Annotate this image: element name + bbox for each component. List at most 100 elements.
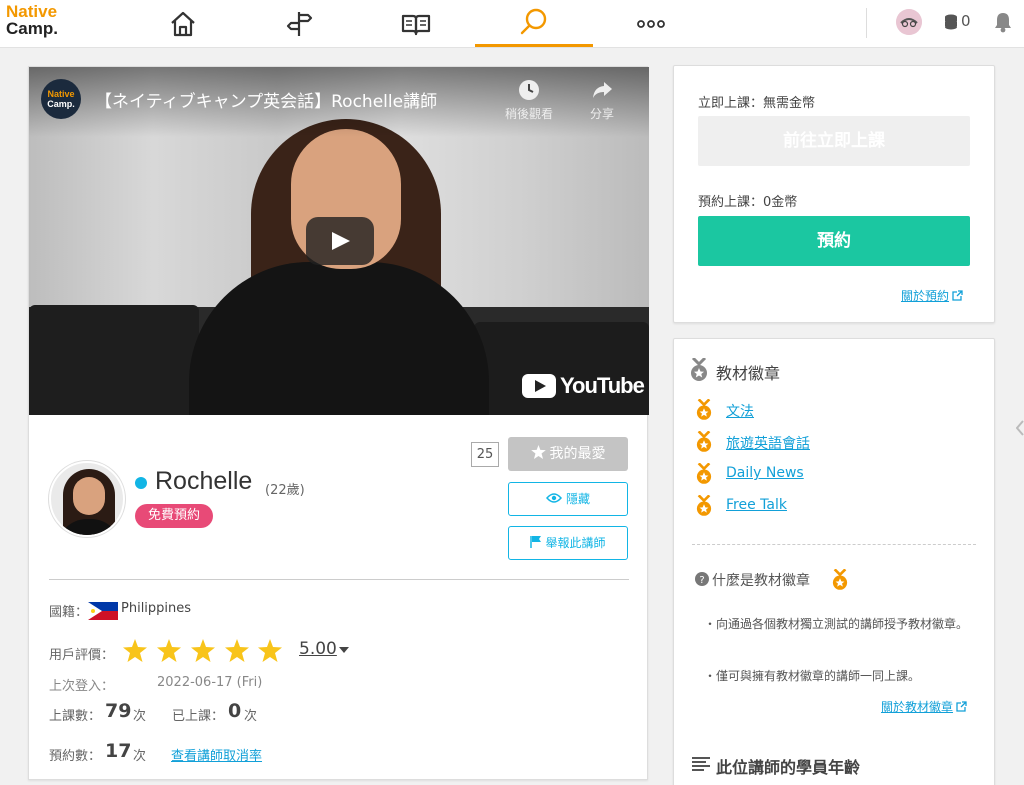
nav-tab-signpost[interactable] <box>240 0 358 47</box>
material-badge-title: 教材徽章 <box>716 364 781 383</box>
nav-tab-book[interactable] <box>357 0 475 47</box>
reserve-button[interactable]: 預約 <box>698 216 970 266</box>
about-booking-link[interactable]: 關於預約 <box>901 287 963 304</box>
user-avatar[interactable] <box>896 9 922 35</box>
nav-divider <box>866 8 867 38</box>
taken-label: 已上課： <box>172 709 225 724</box>
rating-label: 用戶評價： <box>49 648 115 663</box>
badge-note-2: ・僅可與擁有教材徽章的講師一同上課。 <box>704 669 921 683</box>
student-age-title: 此位講師的學員年齡 <box>716 758 861 777</box>
nationality-value: Philippines <box>121 601 192 616</box>
video-title[interactable]: 【ネイティブキャンプ英会話】Rochelle講師 <box>95 87 437 112</box>
rating-star-icon <box>258 639 282 662</box>
coin-stack-icon <box>945 14 957 30</box>
coin-count: 0 <box>961 12 971 30</box>
rating-star-icon <box>157 639 181 662</box>
nav-tab-home[interactable] <box>124 0 242 47</box>
star-icon <box>530 445 546 459</box>
badge-gold-icon <box>696 494 712 516</box>
badge-gold-icon <box>696 398 712 420</box>
hide-teacher-button[interactable]: 隱藏 <box>508 482 628 516</box>
teacher-avatar <box>49 461 125 537</box>
badge-item-travel[interactable]: 旅遊英語會話 <box>696 430 810 453</box>
online-status-dot <box>135 477 147 489</box>
badge-gray-icon <box>691 358 707 381</box>
cancel-rate-link[interactable]: 查看講師取消率 <box>171 745 262 764</box>
rating-star-icon <box>191 639 215 662</box>
lessons-label: 上課數： <box>49 709 102 724</box>
bookings-label: 預約數： <box>49 749 102 764</box>
badge-link[interactable]: Free Talk <box>726 497 787 513</box>
video-channel-avatar[interactable]: Native Camp. <box>41 79 81 119</box>
external-link-icon <box>952 290 963 301</box>
free-booking-badge: 免費預約 <box>135 504 214 528</box>
more-icon <box>637 19 665 28</box>
youtube-logo[interactable]: YouTube <box>522 373 645 399</box>
caret-down-icon[interactable] <box>339 647 349 653</box>
badge-item-free-talk[interactable]: Free Talk <box>696 494 787 517</box>
lessons-unit: 次 <box>133 709 147 724</box>
external-link-icon <box>956 701 967 712</box>
material-badge-card: 教材徽章 文法 旅遊英語會話 Daily News Free Talk ? 什麼… <box>673 338 995 785</box>
report-teacher-button[interactable]: 舉報此講師 <box>508 526 628 560</box>
logo-line1: Native <box>6 2 58 21</box>
share-button[interactable]: 分享 <box>572 79 632 122</box>
flag-icon <box>530 536 542 548</box>
badge-link[interactable]: Daily News <box>726 465 804 481</box>
list-icon <box>692 757 710 771</box>
bookings-count: 17 <box>105 740 132 762</box>
what-is-badge-title: 什麼是教材徽章 <box>712 573 810 589</box>
intro-video-player[interactable]: Native Camp. 【ネイティブキャンプ英会話】Rochelle講師 稍後… <box>29 67 649 415</box>
taken-unit: 次 <box>244 709 258 724</box>
instant-lesson-label: 立即上課：無需金幣 <box>698 96 816 111</box>
badge-link[interactable]: 文法 <box>726 401 754 421</box>
favorite-count: 25 <box>471 442 499 467</box>
play-button[interactable] <box>306 217 374 265</box>
rating-star-icon <box>123 639 147 662</box>
favorite-button[interactable]: 我的最愛 <box>508 437 628 471</box>
bookings-unit: 次 <box>133 749 147 764</box>
eye-icon <box>545 493 562 503</box>
rating-value-dropdown[interactable]: 5.00 <box>299 639 337 659</box>
last-login-label: 上次登入： <box>49 679 115 694</box>
watch-later-button[interactable]: 稍後觀看 <box>499 79 559 122</box>
teacher-profile-card: Native Camp. 【ネイティブキャンプ英会話】Rochelle講師 稍後… <box>28 66 649 780</box>
book-icon <box>401 14 431 35</box>
badge-gold-icon <box>696 430 712 452</box>
nav-tab-search[interactable] <box>475 0 593 47</box>
signpost-icon <box>286 11 313 36</box>
nativecamp-logo[interactable]: Native Camp. <box>6 3 58 37</box>
taken-count: 0 <box>228 700 242 722</box>
chevron-left-icon[interactable] <box>1016 420 1024 436</box>
question-circle-icon: ? <box>695 572 709 586</box>
svg-text:?: ? <box>699 575 704 586</box>
profile-divider <box>49 579 629 580</box>
logo-line2: Camp. <box>6 19 58 38</box>
booking-card: 立即上課：無需金幣 前往立即上課 預約上課：0金幣 預約 關於預約 <box>673 65 995 323</box>
bell-icon[interactable] <box>993 11 1013 33</box>
last-login-value: 2022-06-17 (Fri) <box>157 675 263 690</box>
youtube-play-icon <box>522 374 556 398</box>
search-icon <box>520 8 547 35</box>
badge-link[interactable]: 旅遊英語會話 <box>726 433 810 453</box>
teacher-name: Rochelle <box>155 467 253 495</box>
lessons-count: 79 <box>105 700 132 722</box>
reserve-lesson-label: 預約上課：0金幣 <box>698 195 798 210</box>
about-badge-link[interactable]: 關於教材徽章 <box>881 698 967 715</box>
philippines-flag-icon <box>88 602 118 620</box>
badge-gold-icon <box>832 569 848 590</box>
teacher-age: (22歲) <box>265 483 305 498</box>
nationality-label: 國籍： <box>49 605 89 620</box>
home-icon <box>171 11 195 36</box>
section-divider <box>692 544 976 545</box>
badge-note-1: ・向通過各個教材獨立測試的講師授予教材徽章。 <box>704 617 969 631</box>
top-nav-bar: Native Camp. 0 <box>0 0 1024 48</box>
instant-lesson-button[interactable]: 前往立即上課 <box>698 116 970 166</box>
nav-tab-more[interactable] <box>592 0 710 47</box>
clock-icon <box>519 80 539 100</box>
badge-gold-icon <box>696 462 712 484</box>
rating-star-icon <box>225 639 249 662</box>
share-icon <box>593 82 612 98</box>
badge-item-grammar[interactable]: 文法 <box>696 398 754 421</box>
badge-item-daily-news[interactable]: Daily News <box>696 462 804 485</box>
